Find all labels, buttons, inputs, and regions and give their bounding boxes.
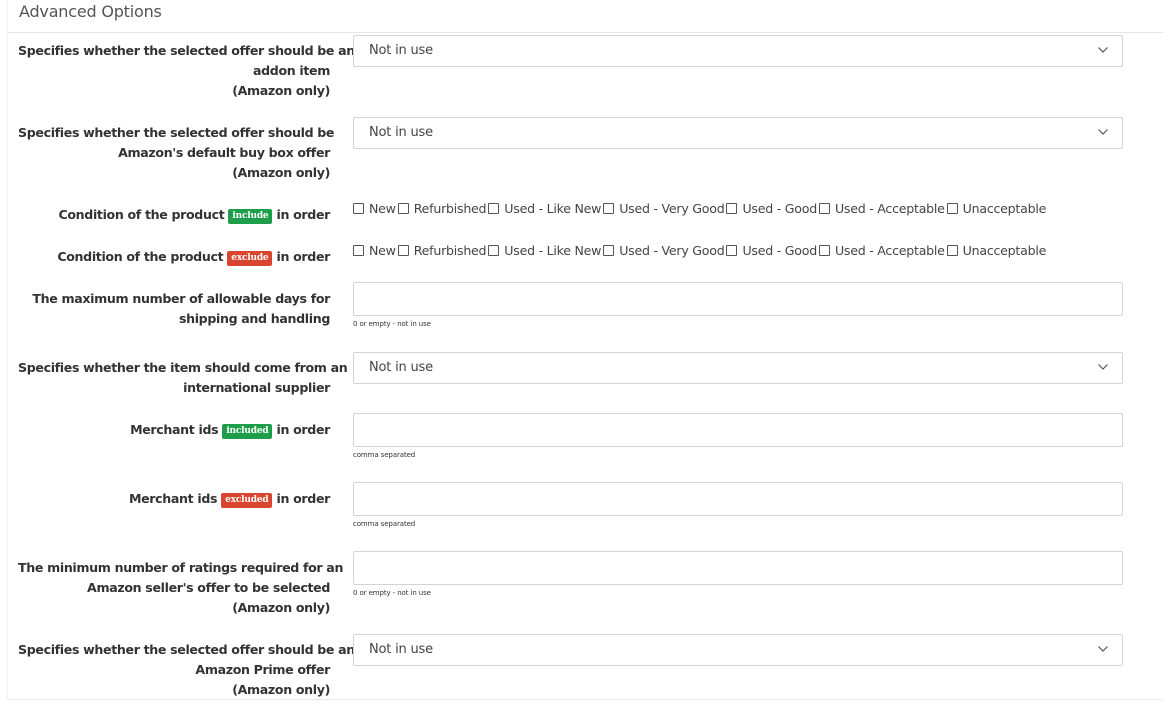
addon-item-select-value: Not in use: [369, 43, 433, 58]
addon-item-label: Specifies whether the selected offer sho…: [18, 43, 355, 98]
checkbox-box[interactable]: [946, 245, 958, 256]
checkbox-include-used-like-new[interactable]: Used - Like New: [488, 201, 603, 216]
checkbox-box[interactable]: [397, 245, 409, 256]
min-ratings-help: 0 or empty - not in use: [353, 589, 431, 597]
min-ratings-input-wrap: [353, 551, 1123, 585]
included-badge: included: [222, 424, 273, 439]
merchant-included-input[interactable]: [354, 414, 1122, 446]
checkbox-exclude-unacceptable[interactable]: Unacceptable: [946, 243, 1048, 258]
title-divider: [8, 32, 1163, 33]
chevron-down-icon: [1098, 129, 1108, 135]
addon-item-select[interactable]: Not in use: [353, 35, 1123, 67]
shipping-days-help: 0 or empty - not in use: [353, 320, 431, 328]
checkbox-include-used-good[interactable]: Used - Good: [726, 201, 819, 216]
checkbox-include-used-very-good[interactable]: Used - Very Good: [603, 201, 726, 216]
checkbox-include-refurbished[interactable]: Refurbished: [397, 201, 489, 216]
checkbox-include-used-acceptable[interactable]: Used - Acceptable: [818, 201, 947, 216]
min-ratings-label: The minimum number of ratings required f…: [18, 560, 344, 615]
international-supplier-select-value: Not in use: [369, 360, 433, 375]
merchant-included-input-wrap: [353, 413, 1123, 447]
condition-exclude-label: Condition of the product exclude in orde…: [57, 249, 330, 266]
checkbox-include-new[interactable]: New: [353, 201, 398, 216]
advanced-options-panel: Advanced Options Specifies whether the s…: [7, 0, 1163, 700]
checkbox-box[interactable]: [946, 203, 958, 214]
prime-offer-select-value: Not in use: [369, 642, 433, 657]
shipping-days-input-wrap: [353, 282, 1123, 316]
merchant-included-help: comma separated: [353, 451, 416, 459]
include-badge: include: [228, 209, 273, 224]
checkbox-box[interactable]: [818, 245, 830, 256]
checkbox-box[interactable]: [488, 203, 500, 214]
condition-include-checkboxes: New Refurbished Used - Like New Used - Very…: [353, 201, 1048, 219]
checkbox-box[interactable]: [726, 245, 738, 256]
checkbox-exclude-used-very-good[interactable]: Used - Very Good: [603, 243, 726, 258]
panel-title: Advanced Options: [19, 2, 162, 21]
checkbox-exclude-used-like-new[interactable]: Used - Like New: [488, 243, 603, 258]
checkbox-box[interactable]: [488, 245, 500, 256]
checkbox-exclude-new[interactable]: New: [353, 243, 398, 258]
shipping-days-input[interactable]: [354, 283, 1122, 315]
prime-offer-label: Specifies whether the selected offer sho…: [18, 642, 355, 697]
merchant-excluded-help: comma separated: [353, 520, 416, 528]
merchant-excluded-label: Merchant ids excluded in order: [128, 491, 330, 508]
checkbox-exclude-used-acceptable[interactable]: Used - Acceptable: [818, 243, 947, 258]
prime-offer-select[interactable]: Not in use: [353, 634, 1123, 666]
shipping-days-label: The maximum number of allowable days for…: [32, 291, 330, 326]
checkbox-box[interactable]: [726, 203, 738, 214]
merchant-included-label: Merchant ids included in order: [130, 422, 330, 439]
buy-box-label: Specifies whether the selected offer sho…: [18, 125, 335, 180]
condition-exclude-checkboxes: New Refurbished Used - Like New Used - Very…: [353, 243, 1048, 261]
chevron-down-icon: [1098, 47, 1108, 53]
checkbox-box[interactable]: [603, 245, 615, 256]
checkbox-include-unacceptable[interactable]: Unacceptable: [946, 201, 1048, 216]
checkbox-box[interactable]: [353, 203, 364, 214]
merchant-excluded-input-wrap: [353, 482, 1123, 516]
checkbox-box[interactable]: [353, 245, 364, 256]
checkbox-box[interactable]: [397, 203, 409, 214]
checkbox-box[interactable]: [603, 203, 615, 214]
min-ratings-input[interactable]: [354, 552, 1122, 584]
buy-box-select[interactable]: Not in use: [353, 117, 1123, 149]
condition-include-label: Condition of the product include in orde…: [58, 207, 330, 224]
checkbox-exclude-used-good[interactable]: Used - Good: [726, 243, 819, 258]
chevron-down-icon: [1098, 364, 1108, 370]
excluded-badge: excluded: [221, 493, 273, 508]
chevron-down-icon: [1098, 646, 1108, 652]
checkbox-exclude-refurbished[interactable]: Refurbished: [397, 243, 489, 258]
merchant-excluded-input[interactable]: [354, 483, 1122, 515]
buy-box-select-value: Not in use: [369, 125, 433, 140]
international-supplier-label: Specifies whether the item should come f…: [18, 360, 348, 395]
checkbox-box[interactable]: [818, 203, 830, 214]
exclude-badge: exclude: [227, 251, 273, 266]
international-supplier-select[interactable]: Not in use: [353, 352, 1123, 384]
